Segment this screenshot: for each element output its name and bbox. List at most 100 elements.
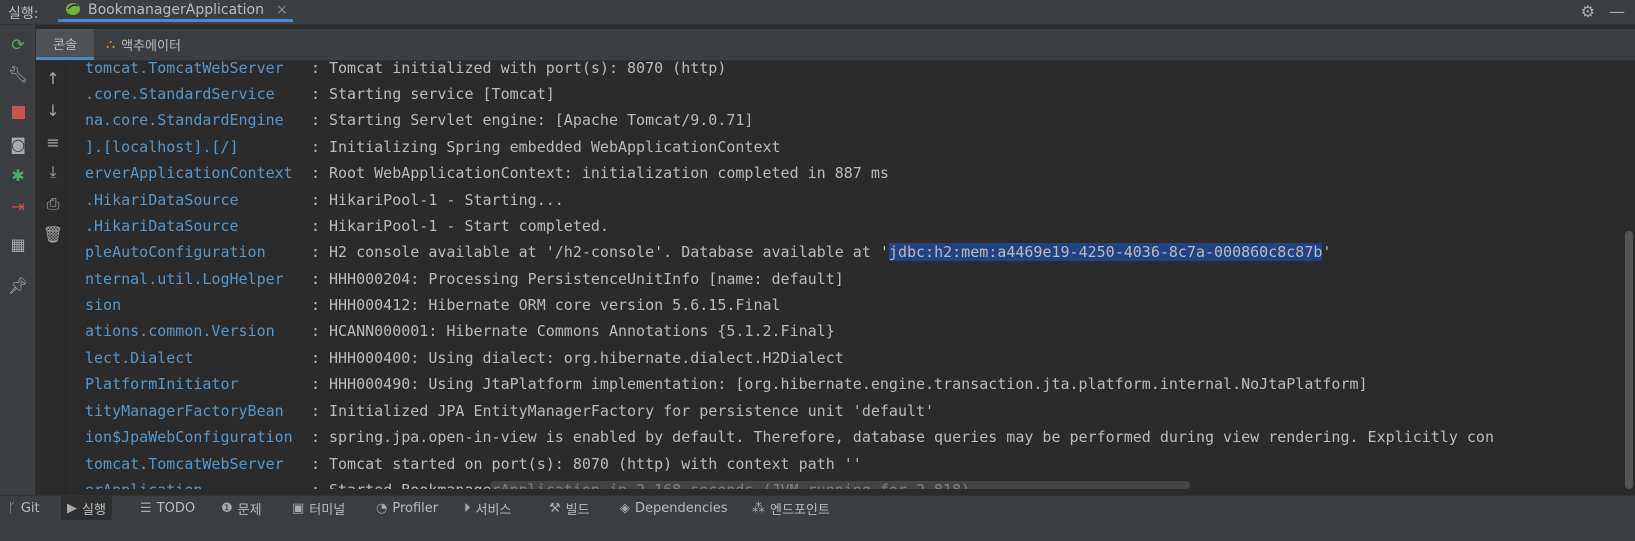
separator: : — [311, 349, 321, 367]
logger-name: tomcat.TomcatWebServer — [85, 61, 284, 77]
log-message-prefix: H2 console available at '/h2-console'. D… — [329, 243, 889, 261]
logger-name: ].[localhost].[/] — [85, 138, 239, 156]
exit-icon[interactable]: ⇥ — [7, 195, 29, 217]
separator: : — [311, 270, 321, 288]
endpoints-icon: ⁂ — [752, 500, 765, 516]
logger-name: tityManagerFactoryBean — [85, 402, 284, 420]
stop-icon[interactable] — [7, 101, 29, 123]
tab-build[interactable]: ⚒ 빌드 — [543, 496, 596, 520]
tab-git[interactable]: ᚴ Git — [2, 496, 46, 520]
tab-label: 서비스 — [475, 502, 512, 518]
git-branch-icon: ᚴ — [8, 500, 16, 516]
minimize-icon[interactable]: — — [1609, 2, 1625, 21]
layout-icon[interactable]: ▦ — [7, 233, 29, 255]
separator: : — [311, 61, 321, 77]
tab-label: Profiler — [392, 500, 439, 516]
log-message: HikariPool-1 - Starting... — [329, 191, 564, 209]
separator: : — [311, 217, 321, 235]
log-message: H2 console available at '/h2-console'. D… — [329, 239, 1331, 265]
trash-icon[interactable]: 🗑︎ — [42, 223, 64, 245]
logger-name: pleAutoConfiguration — [85, 243, 266, 261]
tab-problems[interactable]: ❶ 문제 — [215, 496, 268, 520]
alert-icon: ❶ — [221, 500, 233, 516]
tool-window-bar: ᚴ Git ▶ 실행 ☰ TODO ❶ 문제 ▣ 터미널 ◔ Profiler … — [0, 495, 1635, 541]
separator: : — [311, 375, 321, 393]
run-tab-bookmanager[interactable]: BookmanagerApplication × — [58, 0, 293, 22]
log-message: spring.jpa.open-in-view is enabled by de… — [329, 428, 1494, 446]
logger-name: ion$JpaWebConfiguration — [85, 428, 293, 446]
run-label: 실행: — [8, 6, 39, 22]
separator: : — [311, 428, 321, 446]
logger-name: tomcat.TomcatWebServer — [85, 455, 284, 473]
log-message: Initializing Spring embedded WebApplicat… — [329, 138, 781, 156]
actuator-icon: ⛬ — [106, 37, 116, 52]
run-tab-bar: 실행: BookmanagerApplication × ⚙ — — [0, 0, 1635, 25]
log-message: HCANN000001: Hibernate Commons Annotatio… — [329, 322, 835, 340]
separator: : — [311, 191, 321, 209]
tab-run[interactable]: ▶ 실행 — [61, 496, 112, 520]
log-message: HikariPool-1 - Start completed. — [329, 217, 609, 235]
logger-name: erApplication — [85, 477, 202, 489]
logger-name: erverApplicationContext — [85, 164, 293, 182]
logger-name: .core.StandardService — [85, 85, 275, 103]
tab-label: 실행 — [82, 502, 106, 518]
log-message: HHH000204: Processing PersistenceUnitInf… — [329, 270, 844, 288]
tab-label: TODO — [156, 500, 196, 516]
logger-name: PlatformInitiator — [85, 375, 239, 393]
tab-actuator[interactable]: ⛬ 액추에이터 — [106, 29, 181, 60]
log-message: Root WebApplicationContext: initializati… — [329, 164, 889, 182]
services-icon: ⏵ — [464, 500, 471, 516]
profiler-icon: ◔ — [376, 500, 388, 516]
tab-endpoints[interactable]: ⁂ 엔드포인트 — [746, 496, 836, 520]
log-message: Initialized JPA EntityManagerFactory for… — [329, 402, 935, 420]
print-icon[interactable]: ⎙ — [42, 193, 64, 215]
selected-jdbc-url[interactable]: jdbc:h2:mem:a4469e19-4250-4036-8c7a-0008… — [888, 243, 1323, 261]
separator: : — [311, 164, 321, 182]
separator: : — [311, 85, 321, 103]
log-message: Tomcat started on port(s): 8070 (http) w… — [329, 455, 862, 473]
logger-name: lect.Dialect — [85, 349, 194, 367]
scroll-to-end-icon[interactable]: ⤓ — [42, 161, 64, 183]
tab-todo[interactable]: ☰ TODO — [134, 496, 201, 520]
scrollbar-thumb[interactable] — [1625, 231, 1633, 489]
wrench-icon[interactable]: 🔧︎ — [7, 63, 29, 85]
arrow-down-icon[interactable]: ↓ — [42, 99, 64, 121]
play-icon: ▶ — [67, 500, 77, 516]
logger-name: nternal.util.LogHelper — [85, 270, 284, 288]
console-output[interactable]: tomcat.TomcatWebServer: Tomcat initialize… — [71, 61, 1623, 489]
logger-name: .HikariDataSource — [85, 191, 239, 209]
tab-label: 문제 — [237, 502, 262, 518]
vertical-scrollbar[interactable] — [1623, 61, 1635, 489]
pin-icon[interactable]: 📌︎ — [7, 274, 29, 296]
tab-label: 빌드 — [565, 502, 590, 518]
tab-console[interactable]: 콘솔 — [36, 29, 94, 60]
log-message: Starting service [Tomcat] — [329, 85, 555, 103]
horizontal-scrollbar[interactable] — [490, 481, 1190, 489]
debug-bug-icon[interactable]: ✱ — [7, 164, 29, 186]
console-side-toolbar: ↑ ↓ ≡ ⤓ ⎙ 🗑︎ — [36, 61, 71, 514]
separator: : — [311, 402, 321, 420]
tab-dependencies[interactable]: ◈ Dependencies — [614, 496, 734, 520]
separator: : — [311, 296, 321, 314]
list-icon: ☰ — [140, 500, 152, 516]
close-icon[interactable]: × — [276, 2, 288, 18]
soft-wrap-icon[interactable]: ≡ — [42, 131, 64, 153]
separator: : — [311, 322, 321, 340]
rerun-icon[interactable]: ⟳ — [7, 33, 29, 55]
tab-actuator-label: 액추에이터 — [121, 39, 181, 54]
separator: : — [311, 138, 321, 156]
log-message: HHH000400: Using dialect: org.hibernate.… — [329, 349, 844, 367]
logger-name: na.core.StandardEngine — [85, 111, 284, 129]
tab-profiler[interactable]: ◔ Profiler — [370, 496, 444, 520]
log-message: Starting Servlet engine: [Apache Tomcat/… — [329, 111, 754, 129]
log-message: Tomcat initialized with port(s): 8070 (h… — [329, 61, 727, 77]
logger-name: sion — [85, 296, 122, 314]
tab-services[interactable]: ⏵ 서비스 — [458, 496, 517, 520]
camera-icon[interactable]: ◙ — [7, 133, 29, 155]
tab-label: Git — [20, 500, 40, 516]
gear-icon[interactable]: ⚙ — [1581, 2, 1595, 21]
run-tab-label: BookmanagerApplication — [88, 1, 264, 18]
arrow-up-icon[interactable]: ↑ — [42, 67, 64, 89]
tab-terminal[interactable]: ▣ 터미널 — [286, 496, 351, 520]
layers-icon: ◈ — [620, 500, 630, 516]
